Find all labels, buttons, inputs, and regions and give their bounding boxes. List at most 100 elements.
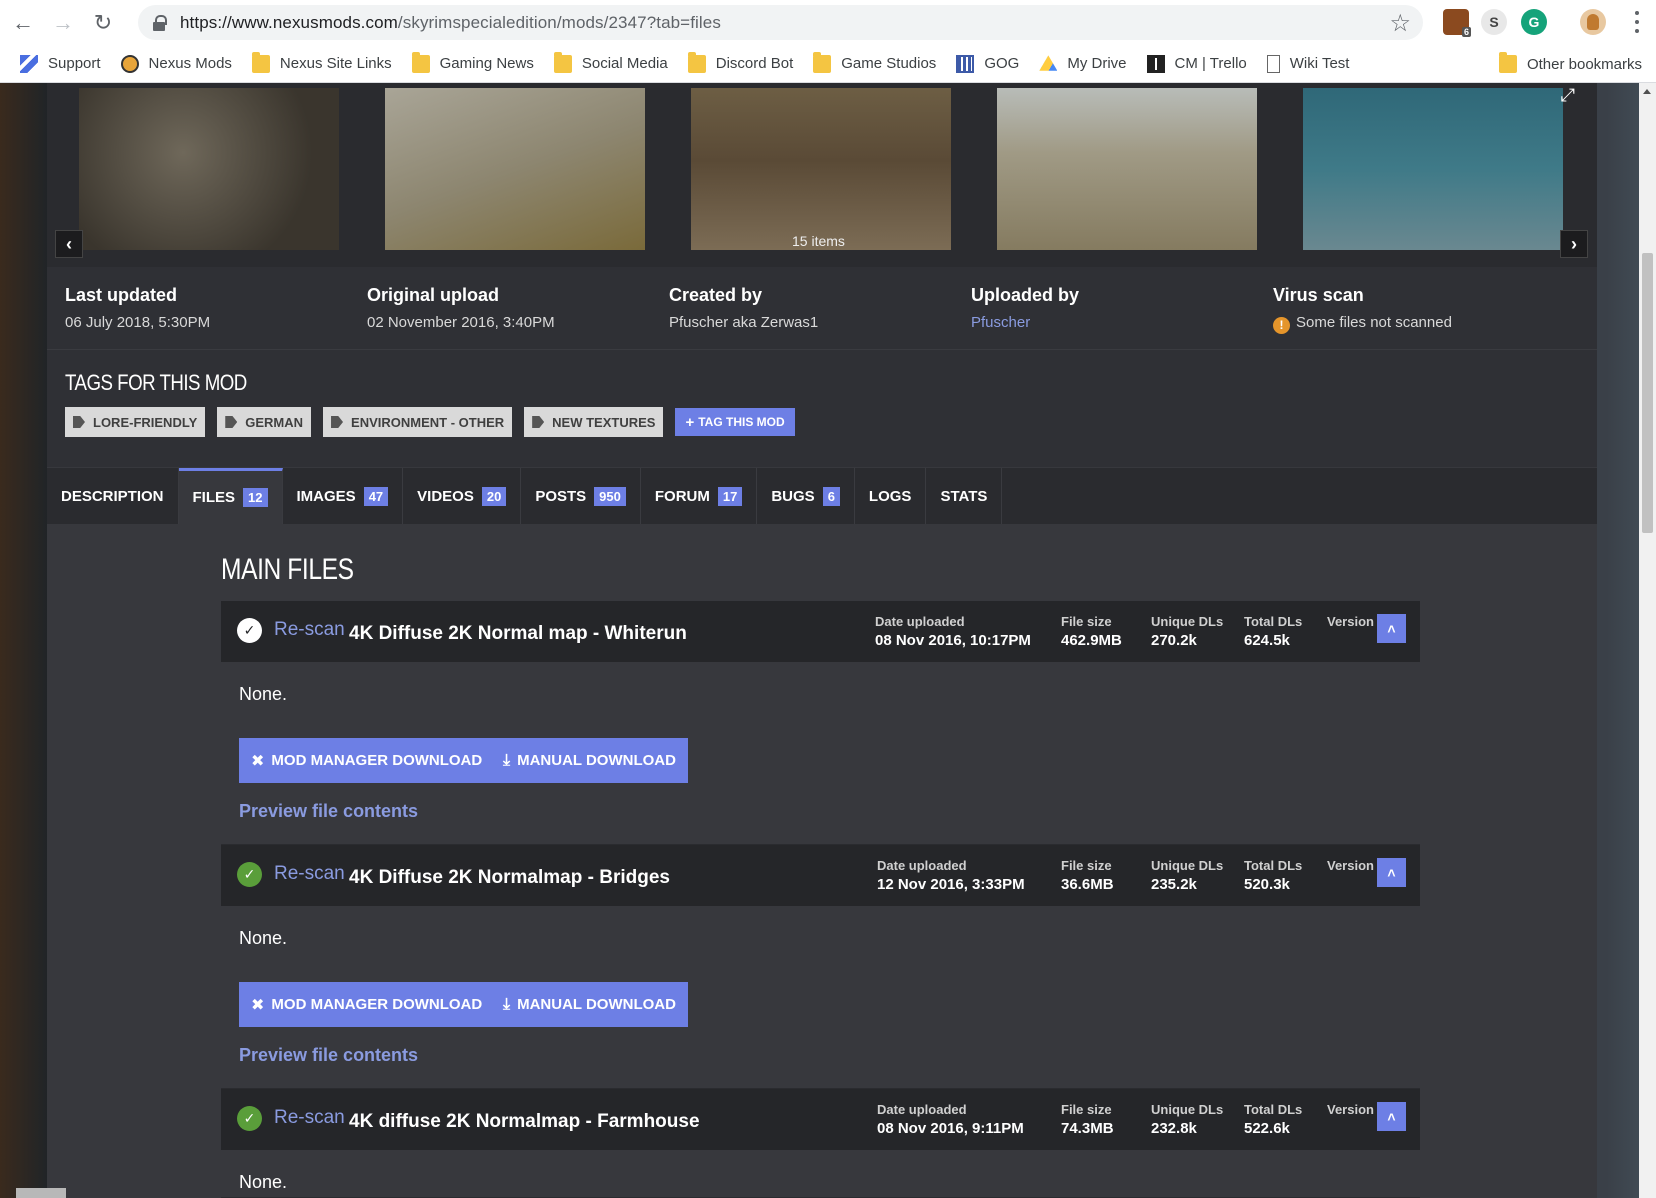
tab-posts[interactable]: POSTS 950 xyxy=(521,468,641,524)
mod-manager-download-button[interactable]: ✖ MOD MANAGER DOWNLOAD xyxy=(239,738,495,783)
nexus-logo-icon xyxy=(120,54,139,73)
bookmark-wiki-test[interactable]: Wiki Test xyxy=(1266,54,1349,73)
manual-download-button[interactable]: ⤓ MANUAL DOWNLOAD xyxy=(491,982,688,1027)
last-updated: Last updated 06 July 2018, 5:30PM xyxy=(65,285,211,331)
count-badge: 47 xyxy=(363,486,389,506)
url-text[interactable]: https://www.nexusmods.com/skyrimspeciale… xyxy=(180,13,721,33)
mod-manager-icon: ✖ xyxy=(251,752,265,770)
file-body: None. ✖ MOD MANAGER DOWNLOAD ⤓ MANUAL DOWN… xyxy=(221,906,1420,1089)
file-header[interactable]: ✓ Re-scan 4K Diffuse 2K Normal map - Whi… xyxy=(221,601,1420,662)
gallery-items-count: 15 items xyxy=(792,233,845,249)
page-scrollbar[interactable] xyxy=(1639,83,1656,1198)
scrollbar-thumb[interactable] xyxy=(1642,253,1653,533)
grammarly-icon[interactable]: G xyxy=(1521,9,1547,35)
rescan-link[interactable]: Re-scan xyxy=(274,619,345,641)
date-uploaded: Date uploaded 08 Nov 2016, 9:11PM xyxy=(877,1102,1024,1137)
tab-logs[interactable]: LOGS xyxy=(855,468,927,524)
download-icon: ⤓ xyxy=(503,751,511,769)
bookmark-social-media[interactable]: Social Media xyxy=(553,51,668,73)
file-description: None. xyxy=(239,684,288,704)
gallery-thumb[interactable] xyxy=(997,88,1257,250)
tab-files[interactable]: FILES 12 xyxy=(178,468,283,524)
virus-scan-status: Some files not scanned xyxy=(1296,314,1452,331)
extension-icon[interactable]: 6 xyxy=(1443,9,1471,37)
bookmark-game-studios[interactable]: Game Studios xyxy=(813,51,936,73)
bookmark-trello[interactable]: CM | Trello xyxy=(1146,54,1247,73)
bookmark-star-icon[interactable]: ☆ xyxy=(1389,9,1411,38)
version: Version xyxy=(1327,614,1374,629)
gallery-thumb[interactable] xyxy=(1303,88,1563,250)
bookmark-discord-bot[interactable]: Discord Bot xyxy=(687,51,793,73)
other-bookmarks[interactable]: Other bookmarks xyxy=(1498,45,1642,83)
rescan-link[interactable]: Re-scan xyxy=(274,1107,345,1129)
collapse-button[interactable]: ˄ xyxy=(1377,614,1406,643)
date-uploaded: Date uploaded 12 Nov 2016, 3:33PM xyxy=(877,858,1025,893)
gallery-next-button[interactable]: › xyxy=(1560,230,1588,258)
uploader-link[interactable]: Pfuscher xyxy=(971,314,1255,331)
scroll-up-arrow-icon[interactable] xyxy=(1643,89,1651,94)
tab-description[interactable]: DESCRIPTION xyxy=(47,468,179,524)
collapse-button[interactable]: ˄ xyxy=(1377,1102,1406,1131)
tag-icon xyxy=(331,416,344,428)
tab-stats[interactable]: STATS xyxy=(926,468,1003,524)
bookmark-nexus-site-links[interactable]: Nexus Site Links xyxy=(251,51,392,73)
gallery-thumb[interactable] xyxy=(79,88,339,250)
unique-dls: Unique DLs 232.8k xyxy=(1151,1102,1224,1137)
gallery-thumb[interactable] xyxy=(691,88,951,250)
file-header[interactable]: ✓ Re-scan 4K Diffuse 2K Normalmap - Brid… xyxy=(221,845,1420,906)
reload-icon[interactable]: ↻ xyxy=(86,6,120,40)
tab-bugs[interactable]: BUGS 6 xyxy=(757,468,855,524)
count-badge: 6 xyxy=(822,486,840,506)
manual-download-button[interactable]: ⤓ MANUAL DOWNLOAD xyxy=(491,738,688,783)
bookmark-my-drive[interactable]: My Drive xyxy=(1039,55,1127,73)
tag-icon xyxy=(225,416,238,428)
tag-chip[interactable]: NEW TEXTURES xyxy=(524,407,664,437)
file-name: 4K Diffuse 2K Normalmap - Bridges xyxy=(349,867,670,888)
tag-chip[interactable]: GERMAN xyxy=(217,407,312,437)
bookmark-nexus-mods[interactable]: Nexus Mods xyxy=(120,54,232,73)
folder-icon xyxy=(411,51,430,73)
gallery-thumb[interactable] xyxy=(385,88,645,250)
tags-section: TAGS FOR THIS MOD LORE-FRIENDLY GERMAN E… xyxy=(47,349,1597,467)
tab-videos[interactable]: VIDEOS 20 xyxy=(403,468,522,524)
file-header[interactable]: ✓ Re-scan 4K diffuse 2K Normalmap - Farm… xyxy=(221,1089,1420,1150)
tag-chip[interactable]: ENVIRONMENT - OTHER xyxy=(323,407,513,437)
gallery-prev-button[interactable]: ‹ xyxy=(55,230,83,258)
bookmark-gog[interactable]: GOG xyxy=(956,54,1019,73)
tab-forum[interactable]: FORUM 17 xyxy=(641,468,758,524)
preview-file-contents-link[interactable]: Preview file contents xyxy=(239,801,418,822)
bookmark-gaming-news[interactable]: Gaming News xyxy=(411,51,534,73)
tab-images[interactable]: IMAGES 47 xyxy=(283,468,404,524)
file-entry: ✓ Re-scan 4K diffuse 2K Normalmap - Farm… xyxy=(221,1089,1420,1198)
google-drive-icon xyxy=(1039,55,1058,71)
mod-meta: Last updated 06 July 2018, 5:30PM Origin… xyxy=(47,267,1597,349)
tag-list: LORE-FRIENDLY GERMAN ENVIRONMENT - OTHER… xyxy=(65,407,795,437)
expand-icon[interactable]: ⤢ xyxy=(1561,85,1575,106)
mod-manager-download-button[interactable]: ✖ MOD MANAGER DOWNLOAD xyxy=(239,982,495,1027)
tag-this-mod-button[interactable]: + TAG THIS MOD xyxy=(675,408,795,436)
back-arrow-icon[interactable]: ← xyxy=(6,6,40,40)
s-extension-icon[interactable]: S xyxy=(1481,9,1507,35)
address-bar[interactable]: https://www.nexusmods.com/skyrimspeciale… xyxy=(138,5,1423,40)
forward-arrow-icon[interactable]: → xyxy=(46,6,80,40)
count-badge: 950 xyxy=(594,486,626,506)
folder-icon xyxy=(813,51,832,73)
tag-icon xyxy=(73,416,85,428)
image-gallery: ‹ › 15 items ⤢ xyxy=(47,83,1597,267)
unique-dls: Unique DLs 235.2k xyxy=(1151,858,1224,893)
rescan-link[interactable]: Re-scan xyxy=(274,863,345,885)
file-name: 4K Diffuse 2K Normal map - Whiterun xyxy=(349,623,687,644)
trello-icon xyxy=(1146,54,1165,73)
bottom-left-tab xyxy=(16,1188,66,1198)
preview-file-contents-link[interactable]: Preview file contents xyxy=(239,1045,418,1066)
check-icon: ✓ xyxy=(237,618,262,643)
profile-avatar[interactable] xyxy=(1580,9,1606,35)
version: Version xyxy=(1327,1102,1374,1117)
file-body: None. ✖ MOD MANAGER DOWNLOAD ⤓ MANUAL DOWN… xyxy=(221,662,1420,845)
collapse-button[interactable]: ˄ xyxy=(1377,858,1406,887)
main-files-title: MAIN FILES xyxy=(221,553,354,586)
tag-chip[interactable]: LORE-FRIENDLY xyxy=(65,407,206,437)
bookmark-support[interactable]: Support xyxy=(20,54,101,73)
file-name: 4K diffuse 2K Normalmap - Farmhouse xyxy=(349,1111,700,1132)
chrome-menu-icon[interactable] xyxy=(1634,9,1640,35)
